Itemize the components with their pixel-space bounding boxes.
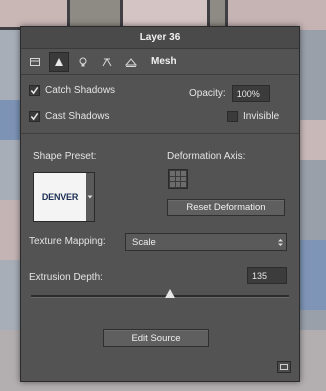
axis-cell[interactable]	[181, 171, 186, 176]
mesh-icon	[125, 57, 137, 67]
deformation-axis-label: Deformation Axis:	[167, 151, 246, 162]
cast-shadows-label: Cast Shadows	[45, 111, 110, 122]
edit-source-button[interactable]: Edit Source	[103, 329, 209, 347]
artwork-block	[0, 100, 22, 140]
catch-shadows-checkbox[interactable]	[29, 85, 40, 96]
artwork-block	[300, 240, 326, 310]
texture-mapping-select[interactable]: Scale	[125, 233, 287, 251]
camera-icon	[102, 57, 112, 66]
axis-cell[interactable]	[170, 182, 175, 187]
texture-mapping-value: Scale	[132, 236, 156, 248]
extrusion-depth-field[interactable]: 135	[247, 267, 287, 284]
slider-thumb-icon[interactable]	[165, 289, 175, 298]
panel-tabs: Mesh	[21, 49, 299, 75]
panel-options-button[interactable]	[277, 361, 291, 373]
reset-deformation-button[interactable]: Reset Deformation	[167, 199, 285, 216]
invisible-label: Invisible	[243, 111, 280, 122]
updown-chevron-icon	[277, 238, 283, 246]
preset-dropdown-arrow[interactable]	[86, 173, 94, 221]
shape-icon	[55, 57, 63, 66]
tab-mesh[interactable]	[121, 52, 141, 72]
shape-preset-thumbnail-text: DENVER	[41, 192, 79, 202]
opacity-label: Opacity:	[189, 88, 226, 99]
panel-title: Layer 36	[21, 27, 299, 49]
checkmark-icon	[30, 86, 39, 95]
artwork-block	[300, 120, 326, 160]
catch-shadows-row: Catch Shadows	[29, 85, 115, 96]
axis-cell[interactable]	[181, 182, 186, 187]
cast-shadows-checkbox[interactable]	[29, 111, 40, 122]
shape-preset-label: Shape Preset:	[33, 151, 97, 162]
axis-cell[interactable]	[170, 171, 175, 176]
axis-cell[interactable]	[170, 176, 175, 182]
opacity-field[interactable]: 100%	[231, 85, 270, 102]
opacity-row: Opacity: 100%	[189, 85, 270, 102]
cast-shadows-row: Cast Shadows	[29, 111, 109, 122]
panel-menu-icon	[280, 364, 288, 370]
shape-preset-picker[interactable]: DENVER	[33, 172, 95, 222]
axis-cell[interactable]	[181, 176, 186, 182]
catch-shadows-label: Catch Shadows	[45, 85, 116, 96]
tab-camera[interactable]	[97, 52, 117, 72]
extrusion-depth-slider[interactable]	[31, 295, 289, 298]
axis-cell[interactable]	[175, 171, 181, 176]
scene-icon	[30, 57, 40, 66]
properties-panel: Layer 36 Mesh Catch Shadows Opacity: 100…	[20, 26, 300, 382]
chevron-down-icon	[87, 195, 93, 199]
tab-scene[interactable]	[25, 52, 45, 72]
texture-mapping-label: Texture Mapping:	[29, 236, 106, 247]
divider	[21, 133, 299, 134]
invisible-checkbox[interactable]	[227, 111, 238, 122]
artwork-block	[0, 200, 22, 260]
tab-shape[interactable]	[49, 51, 69, 72]
tab-light[interactable]	[73, 52, 93, 72]
invisible-row: Invisible	[227, 111, 279, 122]
light-icon	[79, 57, 87, 66]
active-tab-label: Mesh	[151, 56, 177, 67]
extrusion-depth-label: Extrusion Depth:	[29, 272, 103, 283]
axis-cell[interactable]	[175, 176, 181, 182]
checkmark-icon	[30, 112, 39, 121]
deformation-axis-grid[interactable]	[168, 169, 188, 189]
select-arrows	[274, 238, 286, 247]
axis-cell[interactable]	[175, 182, 181, 187]
